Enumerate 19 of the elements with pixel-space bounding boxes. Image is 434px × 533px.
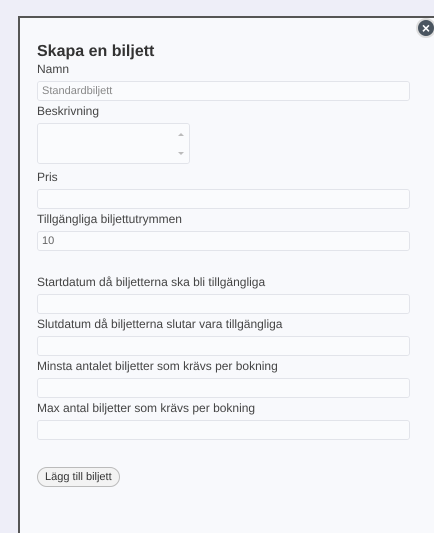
- field-label: Beskrivning: [37, 104, 100, 119]
- field-label: Tillgängliga biljettutrymmen: [37, 212, 183, 227]
- textarea-field[interactable]: [37, 123, 190, 164]
- input-field[interactable]: [37, 189, 410, 209]
- dialog-title: Skapa en biljett: [37, 43, 156, 61]
- field-label: Startdatum då biljetterna ska bli tillgängliga: [37, 275, 266, 290]
- input-field[interactable]: 10: [37, 231, 410, 251]
- field-label: Slutdatum då biljetterna slutar vara tillgängliga: [37, 317, 284, 332]
- input-field[interactable]: Standardbiljett: [37, 81, 410, 101]
- input-field[interactable]: [37, 336, 410, 356]
- input-field[interactable]: [37, 294, 410, 314]
- field-label: Namn: [37, 62, 70, 77]
- input-field[interactable]: [37, 378, 410, 398]
- input-field[interactable]: [37, 420, 410, 440]
- close-button[interactable]: ×: [416, 18, 434, 38]
- add-ticket-button[interactable]: Lägg till biljett: [37, 467, 120, 487]
- field-label: Pris: [37, 170, 59, 185]
- field-label: Max antal biljetter som krävs per bokning: [37, 401, 256, 416]
- field-label: Minsta antalet biljetter som krävs per bokning: [37, 359, 279, 374]
